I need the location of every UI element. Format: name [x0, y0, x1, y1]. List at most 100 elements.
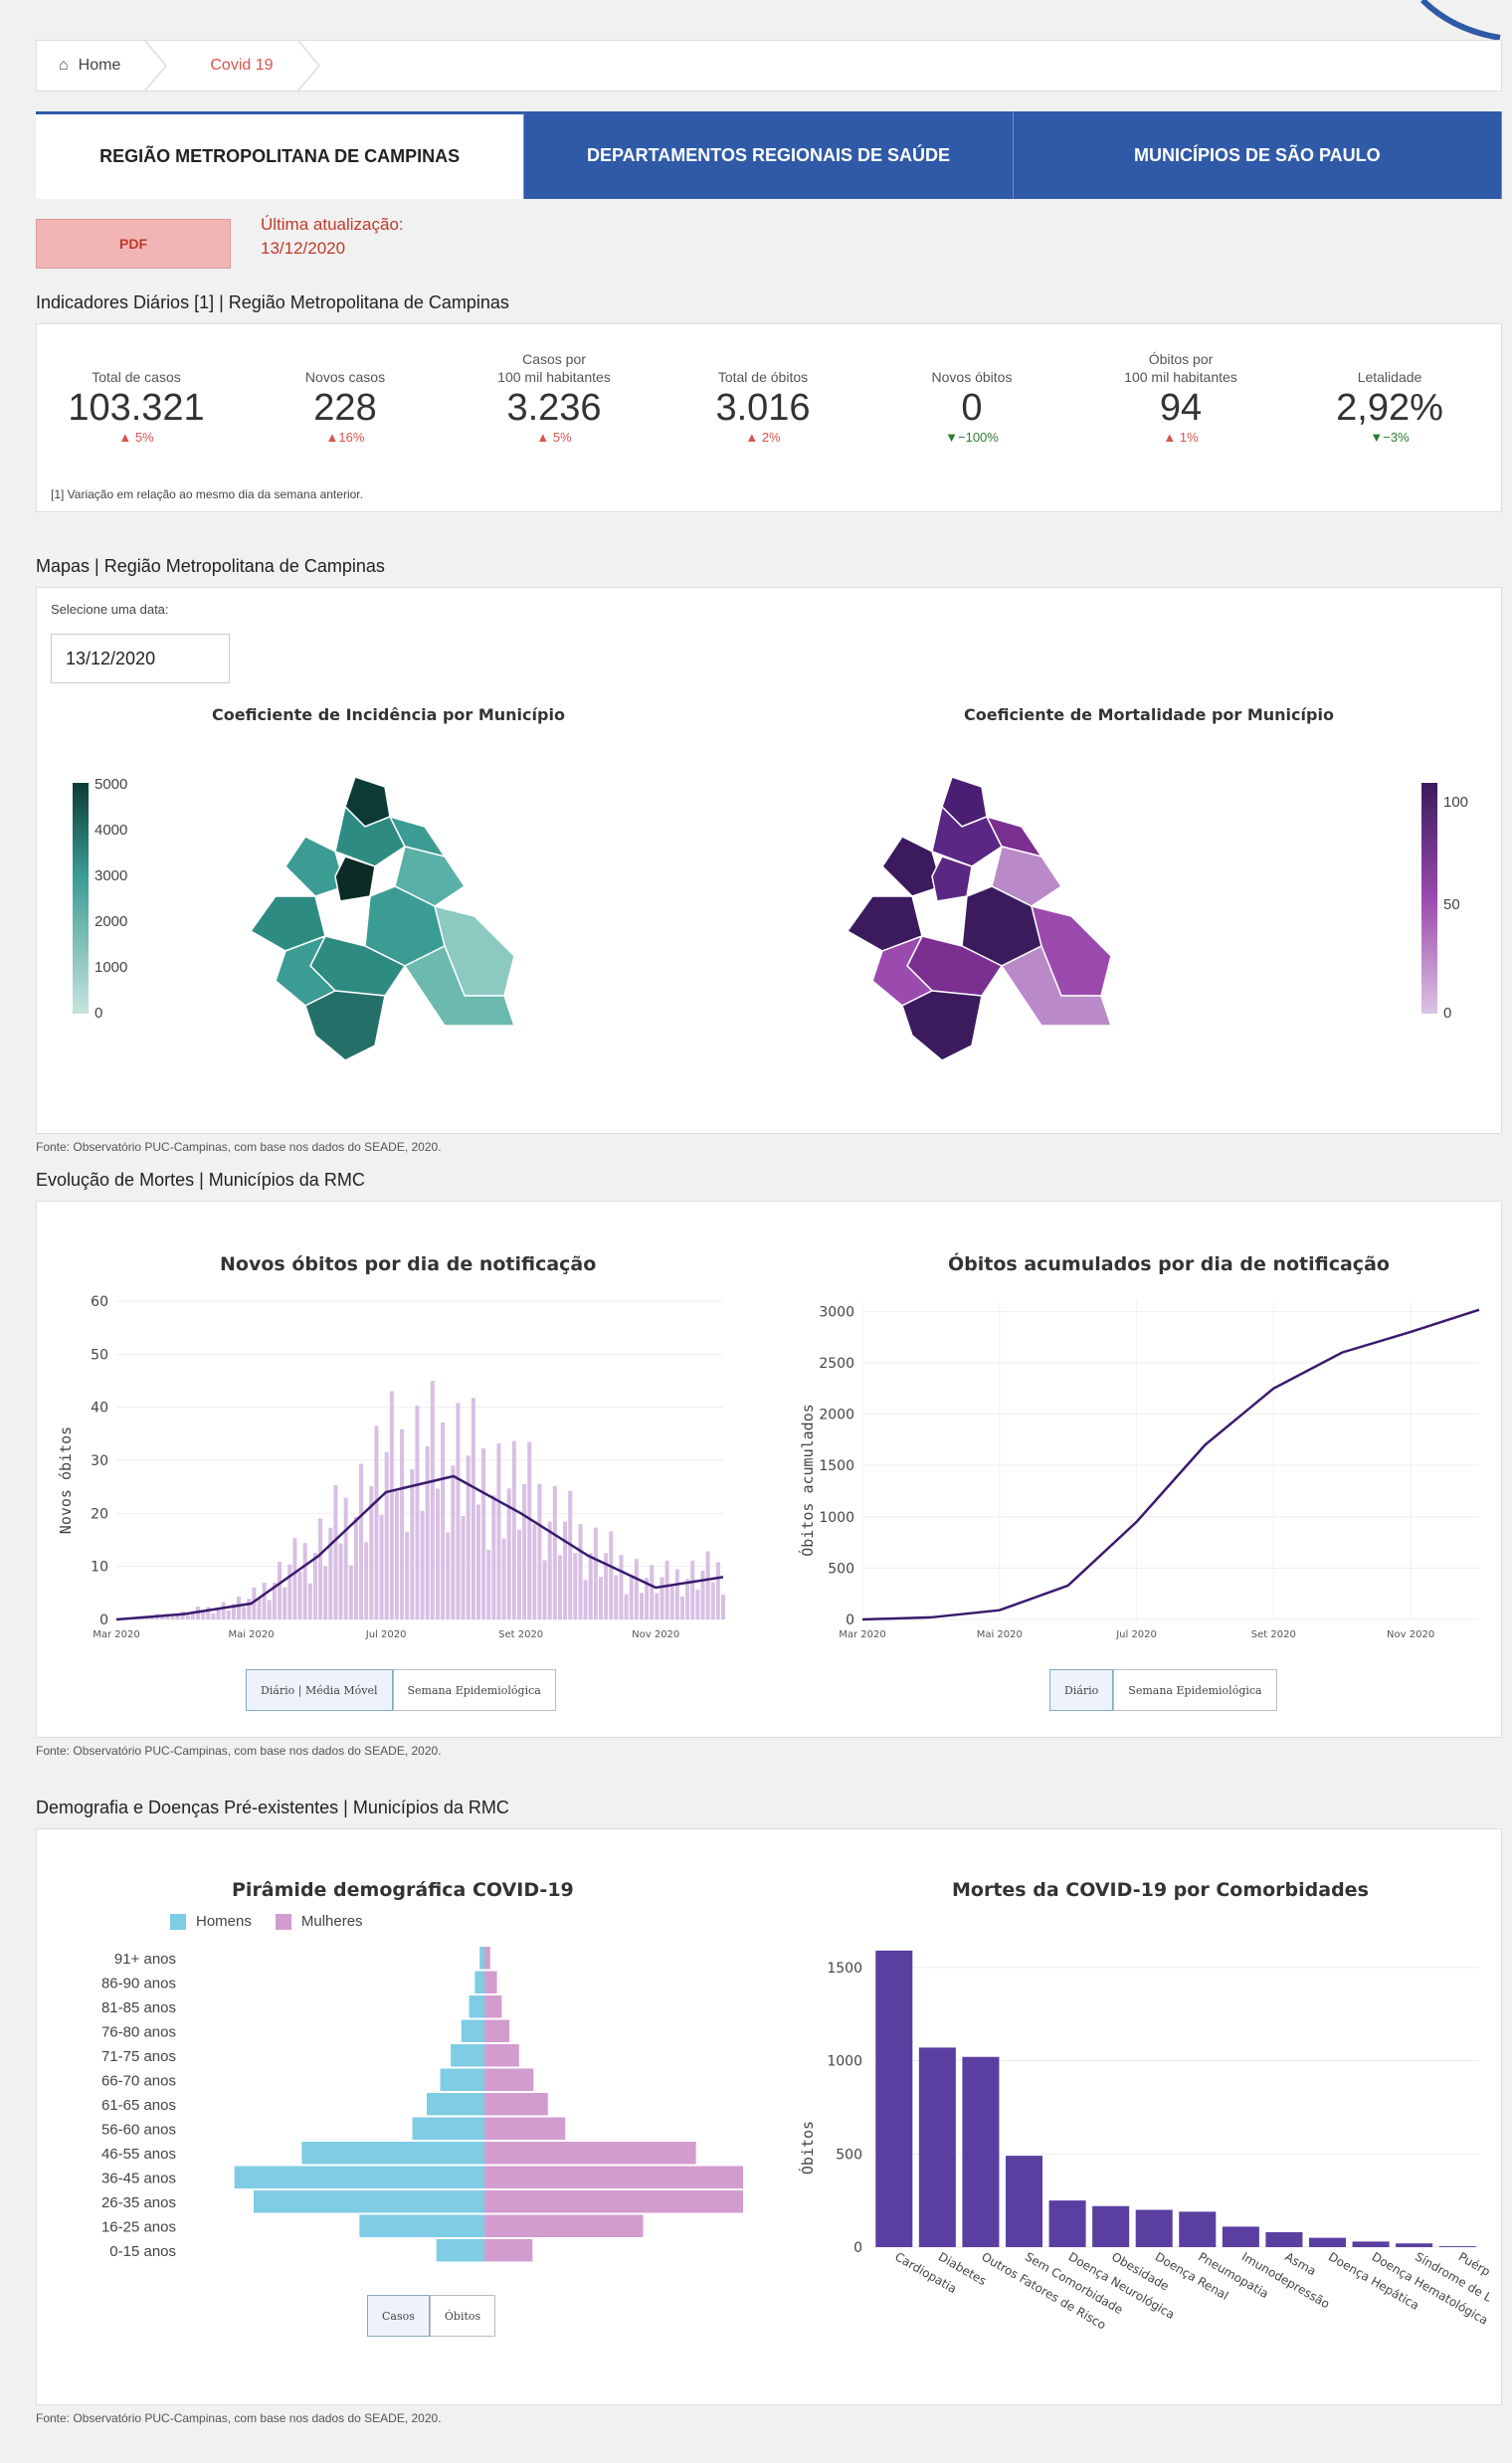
- mortality-map[interactable]: 100 50 0: [793, 757, 1489, 1075]
- demography-panel: Pirâmide demográfica COVID-19 Homens Mul…: [36, 1828, 1502, 2405]
- pyramid-age-label: 56-60 anos: [101, 2122, 176, 2139]
- daily-bar: [660, 1577, 664, 1619]
- pyramid-age-label: 0-15 anos: [109, 2243, 176, 2260]
- daily-bar: [441, 1421, 446, 1619]
- legend-label: Homens: [196, 1913, 252, 1930]
- daily-bar: [185, 1614, 190, 1619]
- daily-bar: [389, 1391, 394, 1619]
- comorb-bar: [1265, 2232, 1303, 2247]
- daily-bar: [568, 1490, 573, 1619]
- pyramid-bar-mulheres: [484, 2239, 533, 2262]
- pyramid-bar-mulheres: [484, 2093, 548, 2116]
- daily-bar: [547, 1521, 552, 1619]
- cumulative-daily-button[interactable]: Diário: [1049, 1669, 1114, 1711]
- daily-bar: [237, 1596, 242, 1619]
- incidence-scale-0: 0: [94, 1005, 102, 1022]
- last-update-date: 13/12/2020: [261, 239, 346, 258]
- incidence-scale-4000: 4000: [94, 822, 127, 839]
- kpi-label: Total de casos: [92, 369, 181, 385]
- daily-bar: [292, 1538, 297, 1619]
- incidence-scale-2000: 2000: [94, 913, 127, 930]
- comorb-bar: [962, 2056, 1000, 2247]
- kpi-label: Novos casos: [304, 369, 386, 385]
- cumulative-epi-week-button[interactable]: Semana Epidemiológica: [1113, 1669, 1277, 1711]
- tab-regiao-metropolitana[interactable]: REGIÃO METROPOLITANA DE CAMPINAS: [36, 111, 525, 199]
- y-tick-label: 50: [91, 1347, 108, 1363]
- x-tick-label: Nov 2020: [1387, 1629, 1434, 1640]
- indicators-panel: Total de casos 103.321 ▲ 5% Novos casos …: [36, 323, 1502, 512]
- pyramid-bar-mulheres: [484, 2044, 519, 2067]
- date-input[interactable]: [51, 634, 230, 683]
- daily-bar: [619, 1555, 624, 1619]
- daily-bar: [700, 1571, 705, 1619]
- daily-bar: [705, 1551, 710, 1619]
- daily-deaths-chart[interactable]: Novos óbitos 0 10 20 30 40 50 60 Mar 2020 Mai 20…: [47, 1281, 743, 1679]
- kpi-value: 2,92%: [1336, 387, 1443, 429]
- mortality-scale-50: 50: [1443, 896, 1460, 913]
- tab-departamentos-regionais[interactable]: DEPARTAMENTOS REGIONAIS DE SAÚDE: [524, 111, 1014, 199]
- daily-moving-average-button[interactable]: Diário | Média Móvel: [246, 1669, 393, 1711]
- maps-panel: Selecione uma data: Coeficiente de Incid…: [36, 587, 1502, 1134]
- pyramid-bar-homens: [412, 2117, 484, 2140]
- pyramid-obitos-button[interactable]: Óbitos: [429, 2295, 496, 2337]
- daily-bar: [318, 1518, 323, 1619]
- pdf-button[interactable]: PDF: [36, 219, 231, 269]
- municipality-shape[interactable]: [901, 990, 983, 1061]
- y-tick-label: 500: [828, 1561, 854, 1577]
- daily-bar: [461, 1516, 466, 1619]
- daily-bar: [312, 1553, 317, 1619]
- daily-bar: [471, 1398, 475, 1619]
- pyramid-bar-homens: [461, 2019, 484, 2042]
- breadcrumb-current[interactable]: Covid 19: [170, 41, 294, 91]
- demography-source: Fonte: Observatório PUC-Campinas, com ba…: [36, 2411, 442, 2425]
- pyramid-bar-homens: [234, 2166, 484, 2188]
- legend-label: Mulheres: [300, 1913, 363, 1930]
- y-tick-label: 500: [836, 2147, 862, 2163]
- cumulative-deaths-chart[interactable]: Óbitos acumulados 0 500 1000 1500 2000 2500 30…: [793, 1281, 1489, 1679]
- cumulative-line: [861, 1308, 1480, 1621]
- x-tick-label: Set 2020: [498, 1629, 543, 1640]
- daily-bar: [516, 1529, 521, 1619]
- daily-bar: [384, 1451, 389, 1619]
- municipality-shape[interactable]: [304, 990, 386, 1061]
- daily-bar: [496, 1443, 501, 1619]
- maps-title: Mapas | Região Metropolitana de Campinas: [36, 556, 385, 576]
- daily-bar: [690, 1560, 695, 1619]
- comorb-bar: [1005, 2156, 1043, 2247]
- breadcrumb-current-label: Covid 19: [210, 57, 274, 74]
- pyramid-casos-button[interactable]: Casos: [367, 2295, 430, 2337]
- daily-bar: [221, 1602, 226, 1619]
- breadcrumb-home[interactable]: ⌂ Home: [37, 41, 142, 91]
- tab-municipios-sao-paulo[interactable]: MUNICÍPIOS DE SÃO PAULO: [1013, 111, 1502, 199]
- y-tick-label: 40: [91, 1401, 108, 1417]
- y-tick-label: 1000: [827, 2054, 862, 2070]
- incidence-scale-3000: 3000: [94, 867, 127, 884]
- pyramid-chart[interactable]: 91+ anos 86-90 anos 81-85 anos 76-80 anos 71…: [47, 1939, 743, 2277]
- comorb-bar: [1352, 2241, 1390, 2247]
- daily-bar: [394, 1491, 399, 1619]
- pyramid-bar-homens: [301, 2142, 484, 2165]
- incidence-scale-1000: 1000: [94, 959, 127, 976]
- daily-epi-week-button[interactable]: Semana Epidemiológica: [392, 1669, 556, 1711]
- legend-mulheres[interactable]: Mulheres: [275, 1913, 363, 1930]
- daily-bar: [532, 1524, 537, 1619]
- pyramid-bar-homens: [254, 2190, 484, 2213]
- daily-bar: [170, 1616, 175, 1619]
- daily-bar: [466, 1455, 471, 1619]
- indicators-title: Indicadores Diários [1] | Região Metropo…: [36, 292, 509, 312]
- legend-homens[interactable]: Homens: [170, 1913, 252, 1930]
- comorbidity-chart[interactable]: Óbitos 050010001500CardiopatiaDiabetesOu…: [793, 1929, 1489, 2376]
- comorb-category-label: Doença Renal: [1153, 2249, 1231, 2303]
- daily-bar: [537, 1483, 542, 1619]
- pyramid-bar-mulheres: [484, 2214, 644, 2237]
- breadcrumb-separator: [143, 40, 168, 92]
- daily-bar: [629, 1575, 634, 1619]
- last-update: Última atualização: 13/12/2020: [261, 213, 404, 261]
- kpi-delta: ▲ 2%: [745, 430, 781, 445]
- incidence-map[interactable]: 5000 4000 3000 2000 1000 0: [47, 757, 604, 1075]
- kpi-total-obitos: Total de óbitos 3.016 ▲ 2%: [663, 346, 862, 445]
- daily-bar: [400, 1428, 405, 1619]
- daily-bar: [650, 1565, 655, 1619]
- demography-title: Demografia e Doenças Pré-existentes | Mu…: [36, 1798, 509, 1817]
- kpi-delta: ▲ 5%: [536, 430, 572, 445]
